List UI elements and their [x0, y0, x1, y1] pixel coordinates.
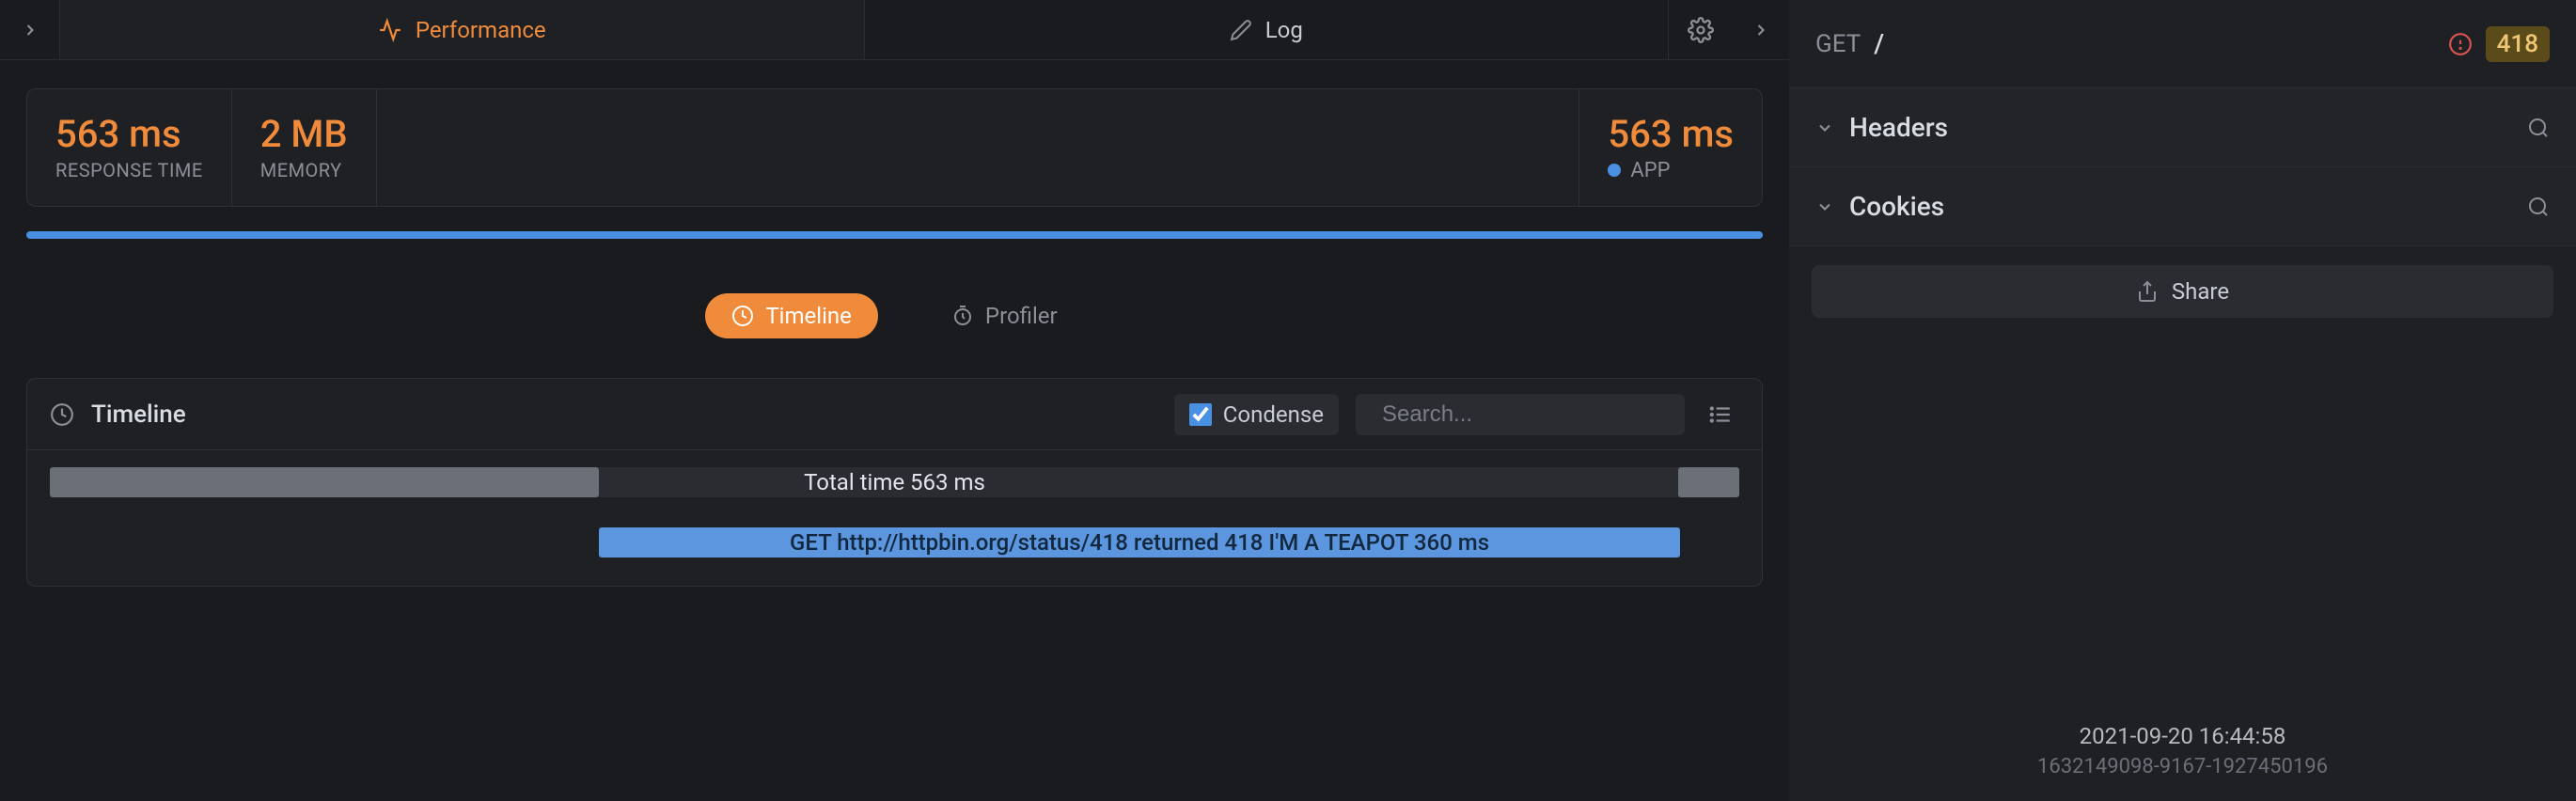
stat-memory: 2 MB MEMORY	[232, 89, 377, 206]
list-icon	[1708, 402, 1733, 427]
response-time-value: 563 ms	[55, 114, 203, 155]
search-icon[interactable]	[2527, 117, 2550, 139]
clock-icon	[50, 402, 74, 427]
request-id: 1632149098-9167-1927450196	[1789, 755, 2576, 778]
pencil-icon	[1230, 19, 1252, 41]
settings-button[interactable]	[1688, 17, 1714, 43]
subtab-timeline-label: Timeline	[765, 303, 852, 329]
response-time-label: RESPONSE TIME	[55, 159, 203, 181]
timeline-row-event[interactable]: GET http://httpbin.org/status/418 return…	[50, 527, 1739, 558]
subtabs: Timeline Profiler	[0, 293, 1789, 338]
stat-gap	[377, 89, 1580, 206]
list-view-button[interactable]	[1702, 396, 1739, 433]
memory-label: MEMORY	[260, 159, 348, 181]
headers-label: Headers	[1849, 112, 1948, 143]
section-headers[interactable]: Headers	[1789, 88, 2576, 167]
request-metadata: 2021-09-20 16:44:58 1632149098-9167-1927…	[1789, 723, 2576, 801]
subtab-profiler[interactable]: Profiler	[925, 293, 1084, 338]
timeline-title: Timeline	[91, 400, 186, 429]
gear-icon	[1688, 17, 1714, 43]
condense-toggle[interactable]: Condense	[1174, 394, 1339, 435]
tabbar: Performance Log	[0, 0, 1789, 60]
timeline-header: Timeline Condense	[27, 379, 1762, 450]
condense-label: Condense	[1223, 401, 1324, 428]
request-timestamp: 2021-09-20 16:44:58	[1789, 723, 2576, 749]
section-cookies[interactable]: Cookies	[1789, 167, 2576, 246]
stat-app-time: 563 ms APP	[1579, 89, 1762, 206]
tab-scroll-right[interactable]	[1751, 21, 1770, 39]
sidebar: GET / 418 Headers Cookies Share 2021-09-…	[1789, 0, 2576, 801]
memory-value: 2 MB	[260, 114, 348, 155]
search-icon[interactable]	[2527, 196, 2550, 218]
chevron-right-icon	[1751, 21, 1770, 39]
app-label: APP	[1630, 159, 1670, 182]
tab-performance[interactable]: Performance	[60, 0, 865, 59]
activity-icon	[378, 18, 402, 42]
status-code-badge: 418	[2486, 26, 2550, 62]
request-method: GET	[1815, 30, 1861, 58]
warning-icon	[2448, 32, 2473, 56]
search-input[interactable]	[1382, 401, 1673, 428]
subtab-timeline[interactable]: Timeline	[705, 293, 878, 338]
app-time-value: 563 ms	[1608, 114, 1734, 155]
share-label: Share	[2172, 278, 2229, 305]
subtab-profiler-label: Profiler	[985, 303, 1058, 329]
timeline-panel: Timeline Condense Total time 563 ms	[26, 378, 1763, 587]
request-path: /	[1874, 28, 1884, 59]
cookies-label: Cookies	[1849, 191, 1944, 222]
progress-bar	[26, 231, 1763, 239]
tab-scroll-left[interactable]	[0, 0, 60, 59]
timeline-body: Total time 563 ms GET http://httpbin.org…	[27, 450, 1762, 586]
tab-log-label: Log	[1265, 17, 1303, 43]
bar-label-total: Total time 563 ms	[50, 467, 1739, 497]
bar-label-event: GET http://httpbin.org/status/418 return…	[599, 527, 1680, 558]
timeline-row-total[interactable]: Total time 563 ms	[50, 467, 1739, 497]
request-summary: GET / 418	[1789, 0, 2576, 88]
clock-icon	[731, 305, 754, 327]
stat-response-time: 563 ms RESPONSE TIME	[27, 89, 232, 206]
app-dot-icon	[1608, 164, 1621, 177]
stopwatch-icon	[951, 305, 974, 327]
tab-log[interactable]: Log	[865, 0, 1670, 59]
chevron-right-icon	[21, 21, 39, 39]
search-box[interactable]	[1356, 394, 1685, 435]
chevron-down-icon	[1815, 197, 1834, 216]
condense-checkbox[interactable]	[1189, 403, 1212, 426]
share-button[interactable]: Share	[1812, 265, 2553, 318]
chevron-down-icon	[1815, 118, 1834, 137]
stats-row: 563 ms RESPONSE TIME 2 MB MEMORY 563 ms …	[26, 88, 1763, 207]
share-icon	[2136, 280, 2159, 303]
tab-performance-label: Performance	[416, 17, 546, 43]
